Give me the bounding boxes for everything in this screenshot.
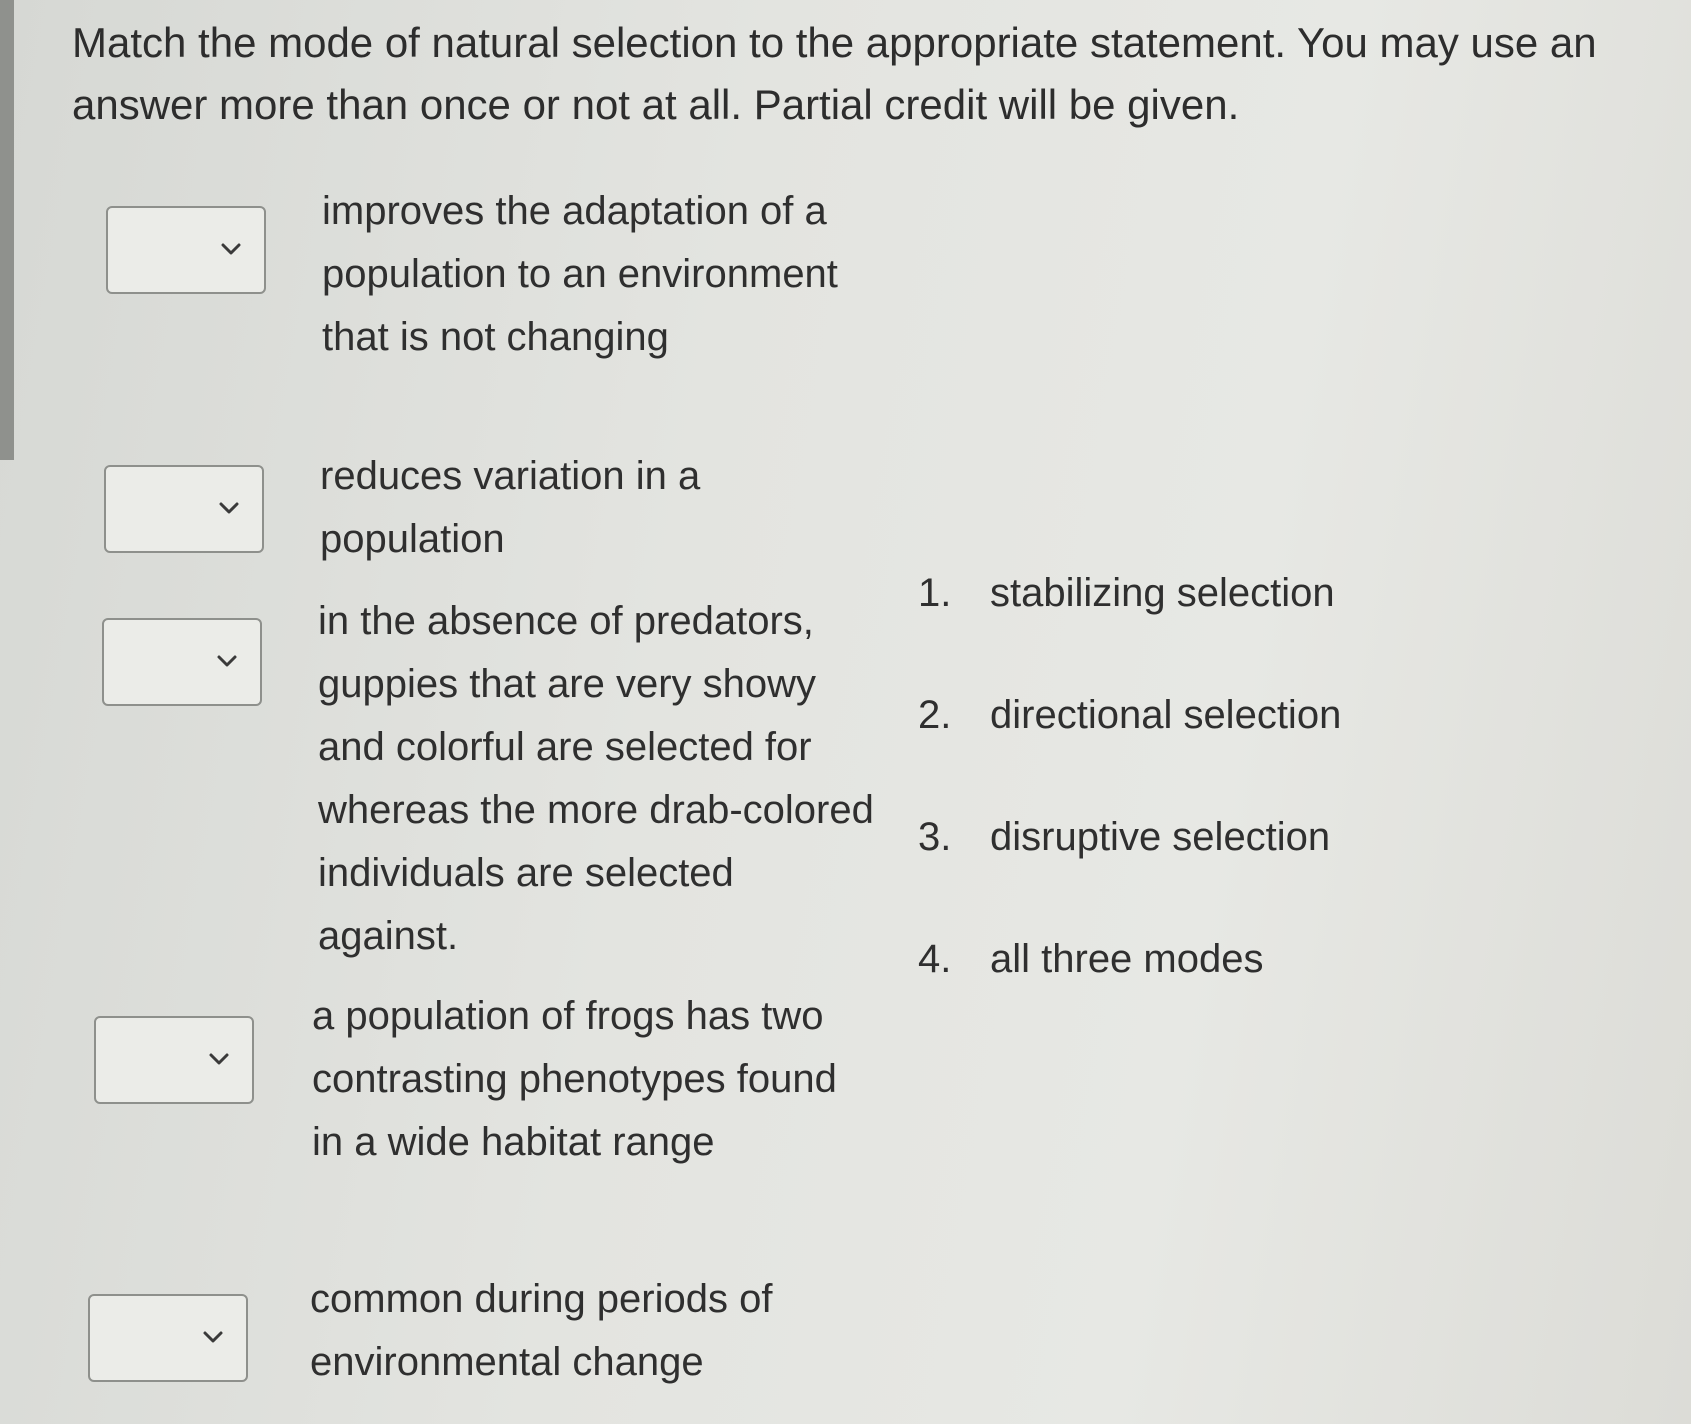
answer-dropdown-3[interactable] — [102, 618, 262, 706]
answer-dropdown-5[interactable] — [88, 1294, 248, 1382]
chevron-down-icon — [203, 1331, 223, 1343]
option-label: disruptive selection — [990, 815, 1331, 859]
page-edge-shadow — [0, 0, 14, 460]
option-label: stabilizing selection — [990, 571, 1335, 615]
answer-dropdown-2[interactable] — [104, 465, 264, 553]
answer-option-1: 1. stabilizing selection — [918, 568, 1478, 618]
chevron-down-icon — [217, 655, 237, 667]
option-number: 2. — [918, 693, 952, 737]
option-label: all three modes — [990, 937, 1264, 981]
answer-dropdown-4[interactable] — [94, 1016, 254, 1104]
statement-text-5: common during periods of environmental c… — [310, 1277, 773, 1384]
instructions-text: Match the mode of natural selection to t… — [72, 19, 1597, 128]
chevron-down-icon — [209, 1053, 229, 1065]
chevron-down-icon — [219, 502, 239, 514]
answer-option-3: 3. disruptive selection — [918, 812, 1478, 862]
answer-option-2: 2. directional selection — [918, 690, 1478, 740]
option-number: 3. — [918, 815, 952, 859]
option-number: 1. — [918, 571, 952, 615]
answer-option-4: 4. all three modes — [918, 934, 1478, 984]
statement-text-4: a population of frogs has two contrastin… — [312, 994, 837, 1164]
chevron-down-icon — [221, 243, 241, 255]
option-label: directional selection — [990, 693, 1342, 737]
statement-text-2: reduces variation in a population — [320, 454, 701, 561]
statement-text-1: improves the adaptation of a population … — [322, 189, 838, 359]
answer-dropdown-1[interactable] — [106, 206, 266, 294]
statement-text-3: in the absence of predators, guppies tha… — [318, 599, 874, 958]
option-number: 4. — [918, 937, 952, 981]
